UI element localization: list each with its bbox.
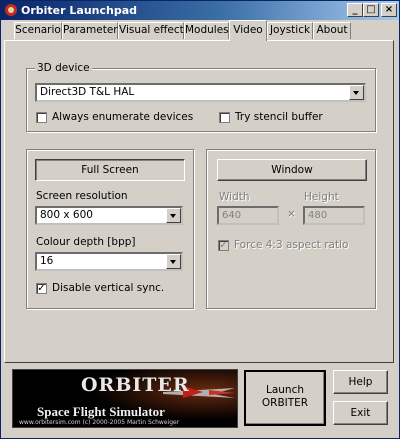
checkmark-icon: ✓ (37, 283, 46, 294)
maximize-button[interactable]: □ (363, 3, 379, 17)
logo-subtitle: Space Flight Simulator (37, 404, 165, 419)
depth-select[interactable]: 16 (35, 252, 183, 271)
tab-modules[interactable]: Modules (184, 22, 229, 39)
resolution-value: 800 x 600 (40, 209, 93, 221)
chevron-down-icon[interactable] (349, 85, 364, 100)
vsync-label[interactable]: Disable vertical sync. (52, 282, 164, 294)
always-enumerate-checkbox[interactable] (36, 112, 47, 123)
tab-scenario[interactable]: Scenario (14, 22, 62, 39)
launch-label-line1: Launch (265, 384, 305, 396)
times-symbol: × (287, 208, 296, 220)
aspect-label[interactable]: Force 4:3 aspect ratio (234, 239, 348, 251)
checkmark-icon: ✓ (219, 240, 228, 251)
chevron-down-icon[interactable] (166, 254, 181, 269)
chevron-down-icon[interactable] (166, 208, 181, 223)
logo-title: ORBITER (81, 374, 190, 396)
close-button[interactable]: × (381, 3, 397, 17)
height-field[interactable]: 480 (303, 206, 365, 225)
aspect-checkbox[interactable]: ✓ (218, 240, 229, 251)
always-enumerate-label[interactable]: Always enumerate devices (52, 111, 193, 123)
tab-joystick[interactable]: Joystick (267, 22, 313, 39)
tab-about[interactable]: About (313, 22, 351, 39)
stencil-checkbox[interactable] (219, 112, 230, 123)
help-button[interactable]: Help (333, 370, 388, 394)
fullscreen-button[interactable]: Full Screen (35, 159, 185, 181)
exit-button[interactable]: Exit (333, 401, 388, 425)
width-field[interactable]: 640 (217, 206, 279, 225)
depth-value: 16 (40, 255, 54, 267)
tab-parameters[interactable]: Parameters (62, 22, 123, 39)
depth-label: Colour depth [bpp] (36, 236, 136, 248)
vsync-checkbox[interactable]: ✓ (36, 283, 47, 294)
title-bar[interactable]: Orbiter Launchpad _ □ × (1, 1, 399, 20)
launch-label-line2: ORBITER (261, 397, 309, 409)
stencil-label[interactable]: Try stencil buffer (235, 111, 323, 123)
width-label: Width (219, 191, 250, 203)
device-group-label: 3D device (35, 62, 92, 74)
minimize-button[interactable]: _ (347, 3, 363, 17)
logo-credit: www.orbitersim.com (c) 2000-2005 Martin … (19, 419, 180, 426)
device-select[interactable]: Direct3D T&L HAL (35, 83, 366, 102)
launch-orbiter-button[interactable]: Launch ORBITER (244, 370, 326, 426)
tab-video[interactable]: Video (229, 20, 267, 41)
resolution-label: Screen resolution (36, 190, 128, 202)
window-button[interactable]: Window (217, 159, 367, 181)
tab-visual-effects[interactable]: Visual effects (118, 22, 189, 39)
orbiter-logo-banner: ORBITER Space Flight Simulator www.orbit… (12, 369, 238, 428)
orbiter-app-icon (5, 4, 17, 16)
resolution-select[interactable]: 800 x 600 (35, 206, 183, 225)
window-title: Orbiter Launchpad (21, 4, 138, 17)
height-label: Height (304, 191, 339, 203)
device-value: Direct3D T&L HAL (40, 86, 135, 98)
